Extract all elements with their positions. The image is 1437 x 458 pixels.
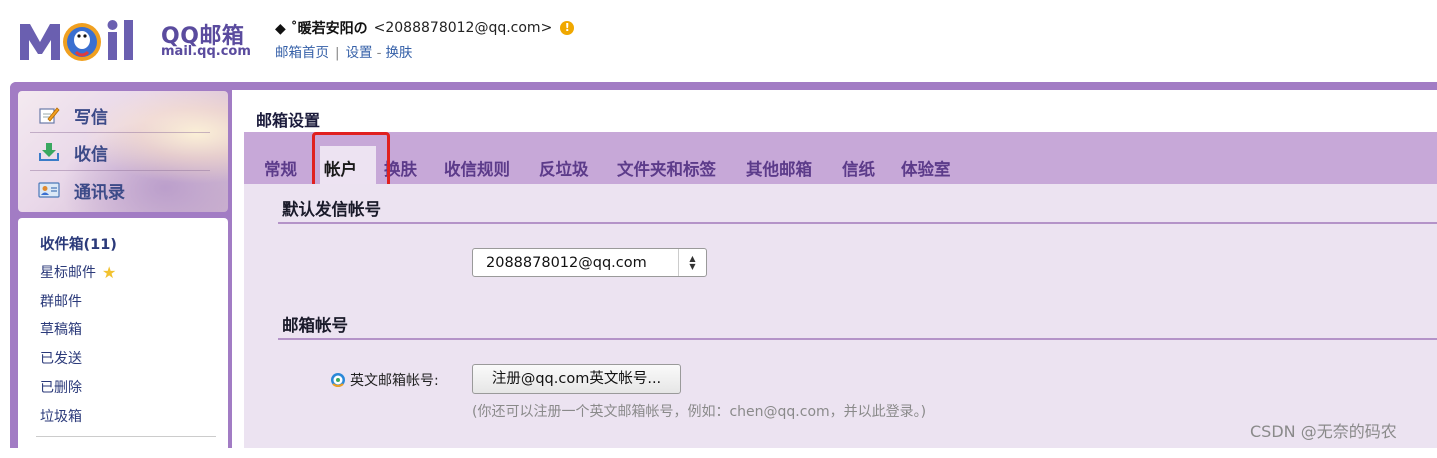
user-info: ◆ ˚暖若安阳の <2088878012@qq.com> ! 邮箱首页 | 设置 - 换… <box>275 18 575 61</box>
folder-list: 收件箱(11) 星标邮件 ★ 群邮件 草稿箱 已发送 已删除 垃圾箱 <box>18 218 228 458</box>
highlight-box <box>312 132 390 190</box>
contacts-icon <box>38 182 60 198</box>
quick-divider <box>30 170 210 171</box>
user-line: ◆ ˚暖若安阳の <2088878012@qq.com> ! <box>275 18 575 38</box>
settings-tabbar: 常规 帐户 换肤 收信规则 反垃圾 文件夹和标签 其他邮箱 信纸 体验室 <box>244 132 1437 190</box>
mail-home-link[interactable]: 邮箱首页 <box>275 45 329 61</box>
account-settings-content: 默认发信帐号 2088878012@qq.com ▲ ▼ 邮箱帐号 英文邮箱帐号:… <box>244 184 1437 448</box>
register-english-account-button[interactable]: 注册@qq.com英文帐号... <box>472 364 681 394</box>
link-separator: | <box>335 45 340 61</box>
mail-logo-icon <box>20 20 133 61</box>
folder-deleted[interactable]: 已删除 <box>40 377 82 397</box>
compose-icon <box>39 107 60 124</box>
default-sender-select[interactable]: 2088878012@qq.com ▲ ▼ <box>472 248 707 277</box>
settings-main: 邮箱设置 常规 帐户 换肤 收信规则 反垃圾 文件夹和标签 其他邮箱 信纸 体验… <box>236 90 1437 448</box>
user-email: <2088878012@qq.com> <box>373 20 553 36</box>
folder-label: 已删除 <box>40 380 82 396</box>
receive-label: 收信 <box>74 144 108 165</box>
tab-folders-labels[interactable]: 文件夹和标签 <box>617 156 716 180</box>
contacts-label: 通讯录 <box>74 182 125 203</box>
folder-label: 收件箱(11) <box>40 237 117 253</box>
section-divider <box>278 222 1437 224</box>
qq-account-icon <box>331 373 345 387</box>
english-account-hint: (你还可以注册一个英文邮箱帐号，例如：chen@qq.com，并以此登录。) <box>472 404 927 420</box>
folder-starred[interactable]: 星标邮件 ★ <box>40 262 116 282</box>
folder-sent[interactable]: 已发送 <box>40 348 82 368</box>
folder-label: 星标邮件 <box>40 265 96 281</box>
star-icon: ★ <box>102 262 117 282</box>
english-account-label: 英文邮箱帐号: <box>350 373 439 389</box>
qq-mail-logo[interactable]: QQ邮箱 mail.qq.com <box>18 16 253 66</box>
tab-anti-spam[interactable]: 反垃圾 <box>539 156 589 180</box>
header: QQ邮箱 mail.qq.com ◆ ˚暖若安阳の <2088878012@qq… <box>0 0 1437 82</box>
compose-label: 写信 <box>74 107 108 128</box>
page-title: 邮箱设置 <box>256 111 321 130</box>
mailbox-accounts-title: 邮箱帐号 <box>282 316 348 335</box>
tab-lab[interactable]: 体验室 <box>901 156 951 180</box>
warning-icon[interactable]: ! <box>560 21 575 35</box>
folder-label: 草稿箱 <box>40 322 82 338</box>
select-arrows-icon: ▲ ▼ <box>678 249 706 276</box>
header-links: 邮箱首页 | 设置 - 换肤 <box>275 41 574 61</box>
user-nickname: ◆ ˚暖若安阳の <box>275 21 368 37</box>
brand-domain: mail.qq.com <box>161 44 251 59</box>
folder-divider <box>36 436 216 437</box>
folder-label: 垃圾箱 <box>40 409 82 425</box>
quick-actions-panel: 写信 收信 通讯录 <box>18 91 228 212</box>
tab-other-mailboxes[interactable]: 其他邮箱 <box>746 156 812 180</box>
tab-general[interactable]: 常规 <box>264 156 297 180</box>
compose-button[interactable]: 写信 <box>38 102 108 128</box>
receive-button[interactable]: 收信 <box>38 139 108 165</box>
skin-link[interactable]: 换肤 <box>385 45 412 61</box>
quick-divider <box>30 132 210 133</box>
default-sender-value: 2088878012@qq.com <box>486 254 647 271</box>
default-sender-title: 默认发信帐号 <box>282 200 381 219</box>
csdn-watermark: CSDN @无奈的码农 <box>1250 422 1397 441</box>
folder-group-mail[interactable]: 群邮件 <box>40 291 82 311</box>
folder-inbox[interactable]: 收件箱(11) <box>40 233 117 254</box>
inbox-download-icon <box>39 143 59 161</box>
folder-drafts[interactable]: 草稿箱 <box>40 319 82 339</box>
folder-label: 群邮件 <box>40 294 82 310</box>
contacts-button[interactable]: 通讯录 <box>38 177 125 203</box>
folder-spam[interactable]: 垃圾箱 <box>40 406 82 426</box>
settings-link[interactable]: 设置 <box>346 45 373 61</box>
english-account-row-label: 英文邮箱帐号: <box>330 370 439 390</box>
tab-stationery[interactable]: 信纸 <box>842 156 875 180</box>
link-dash: - <box>376 45 382 61</box>
tab-receive-rules[interactable]: 收信规则 <box>444 156 510 180</box>
folder-label: 已发送 <box>40 351 82 367</box>
section-divider <box>278 338 1437 340</box>
